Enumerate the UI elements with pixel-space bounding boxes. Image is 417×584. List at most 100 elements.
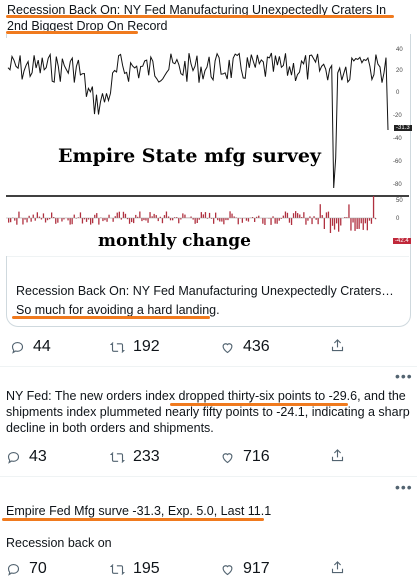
change-bar — [67, 218, 69, 221]
retweet-button[interactable]: 192 — [110, 338, 160, 356]
change-bar — [311, 218, 313, 225]
change-bar — [237, 218, 239, 225]
last-value-bottom: -42.4 — [393, 238, 411, 244]
change-bar — [366, 218, 368, 231]
change-bar — [358, 218, 360, 229]
like-button[interactable]: 917 — [220, 560, 270, 578]
ytick-m20: -20 — [393, 113, 402, 119]
change-bar — [36, 212, 38, 218]
ytick-40: 40 — [396, 47, 403, 53]
like-button[interactable]: 716 — [220, 448, 270, 466]
share-button[interactable] — [330, 448, 345, 463]
change-bar — [350, 218, 352, 231]
change-bar — [286, 212, 289, 218]
change-bar — [264, 218, 266, 225]
change-bar — [16, 218, 18, 225]
tweet-3-text: Empire Fed Mfg surve -31.3, Exp. 5.0, La… — [6, 504, 272, 518]
change-bar — [194, 218, 196, 224]
change-bar — [223, 218, 225, 225]
change-bar — [98, 218, 100, 225]
chart-label-change: monthly change — [98, 231, 251, 251]
retweet-count: 233 — [133, 448, 160, 465]
change-bar — [118, 211, 120, 218]
change-bar — [57, 218, 59, 223]
reply-icon — [7, 451, 20, 464]
reply-button[interactable]: 44 — [10, 338, 51, 356]
link-title[interactable]: Recession Back On: NY Fed Manufacturing … — [16, 283, 396, 299]
change-bar — [198, 218, 200, 220]
change-bar — [354, 218, 356, 231]
change-bar — [329, 218, 332, 233]
change-bar — [26, 218, 28, 223]
change-bar — [112, 218, 114, 222]
change-bar — [182, 213, 184, 218]
change-bar — [14, 218, 16, 221]
change-bar — [18, 211, 20, 218]
change-bar — [325, 212, 328, 218]
ytick-m60: -60 — [393, 159, 402, 165]
change-bar — [208, 212, 211, 218]
heart-icon — [222, 342, 233, 353]
change-bar — [290, 218, 293, 225]
change-bar — [282, 215, 284, 218]
change-bar — [278, 218, 280, 221]
reply-icon — [11, 341, 24, 354]
change-bar — [116, 212, 118, 218]
change-bar — [102, 218, 104, 222]
share-button[interactable] — [330, 560, 345, 575]
retweet-count: 195 — [133, 560, 160, 577]
change-bar — [288, 218, 291, 223]
change-bar — [336, 218, 338, 224]
change-bar — [227, 218, 229, 221]
change-bar — [313, 216, 315, 218]
share-icon — [331, 561, 344, 574]
reply-button[interactable]: 70 — [6, 560, 47, 578]
ellipsis-icon[interactable]: ••• — [395, 368, 413, 384]
change-bar — [69, 218, 71, 225]
like-count: 436 — [243, 338, 270, 355]
change-bar — [284, 211, 287, 218]
change-bar — [96, 213, 98, 218]
card-headline[interactable]: Recession Back On: NY Fed Manufacturing … — [7, 2, 407, 34]
change-bar — [71, 218, 73, 225]
change-bar — [178, 218, 180, 224]
reply-button[interactable]: 43 — [6, 448, 47, 466]
change-bar — [254, 218, 256, 222]
change-bar — [202, 214, 204, 218]
change-bar — [231, 213, 233, 218]
retweet-button[interactable]: 233 — [110, 448, 160, 466]
change-bar — [169, 218, 172, 221]
like-count: 716 — [243, 448, 270, 465]
change-bar — [229, 211, 231, 218]
change-bar — [368, 218, 371, 221]
change-bar — [32, 214, 34, 218]
change-bar — [274, 218, 276, 224]
change-bar — [79, 212, 82, 218]
change-bar — [200, 212, 202, 218]
change-bar — [81, 218, 84, 224]
change-bar — [55, 218, 57, 224]
change-bar — [362, 218, 364, 230]
retweet-button[interactable]: 195 — [110, 560, 160, 578]
share-icon — [331, 449, 344, 462]
tweet-separator-2 — [0, 476, 417, 477]
tweet-3-subtext: Recession back on — [6, 536, 112, 550]
change-bar — [114, 216, 116, 218]
desc-underline — [12, 316, 210, 319]
change-bar — [317, 218, 319, 225]
retweet-icon — [110, 451, 125, 463]
change-bar — [364, 218, 366, 224]
ellipsis-icon[interactable]: ••• — [395, 479, 413, 495]
change-bar — [90, 218, 92, 225]
change-bar — [315, 218, 317, 220]
change-bar — [219, 218, 221, 222]
change-bar — [141, 218, 143, 222]
share-button[interactable] — [330, 338, 345, 353]
like-button[interactable]: 436 — [220, 338, 270, 356]
chart-image[interactable]: Empire State mfg survey monthly change 4… — [6, 38, 412, 256]
change-bar — [147, 218, 149, 223]
change-bar — [139, 211, 141, 218]
change-bar — [151, 216, 153, 218]
change-bar — [28, 215, 30, 218]
change-bar — [131, 218, 133, 223]
